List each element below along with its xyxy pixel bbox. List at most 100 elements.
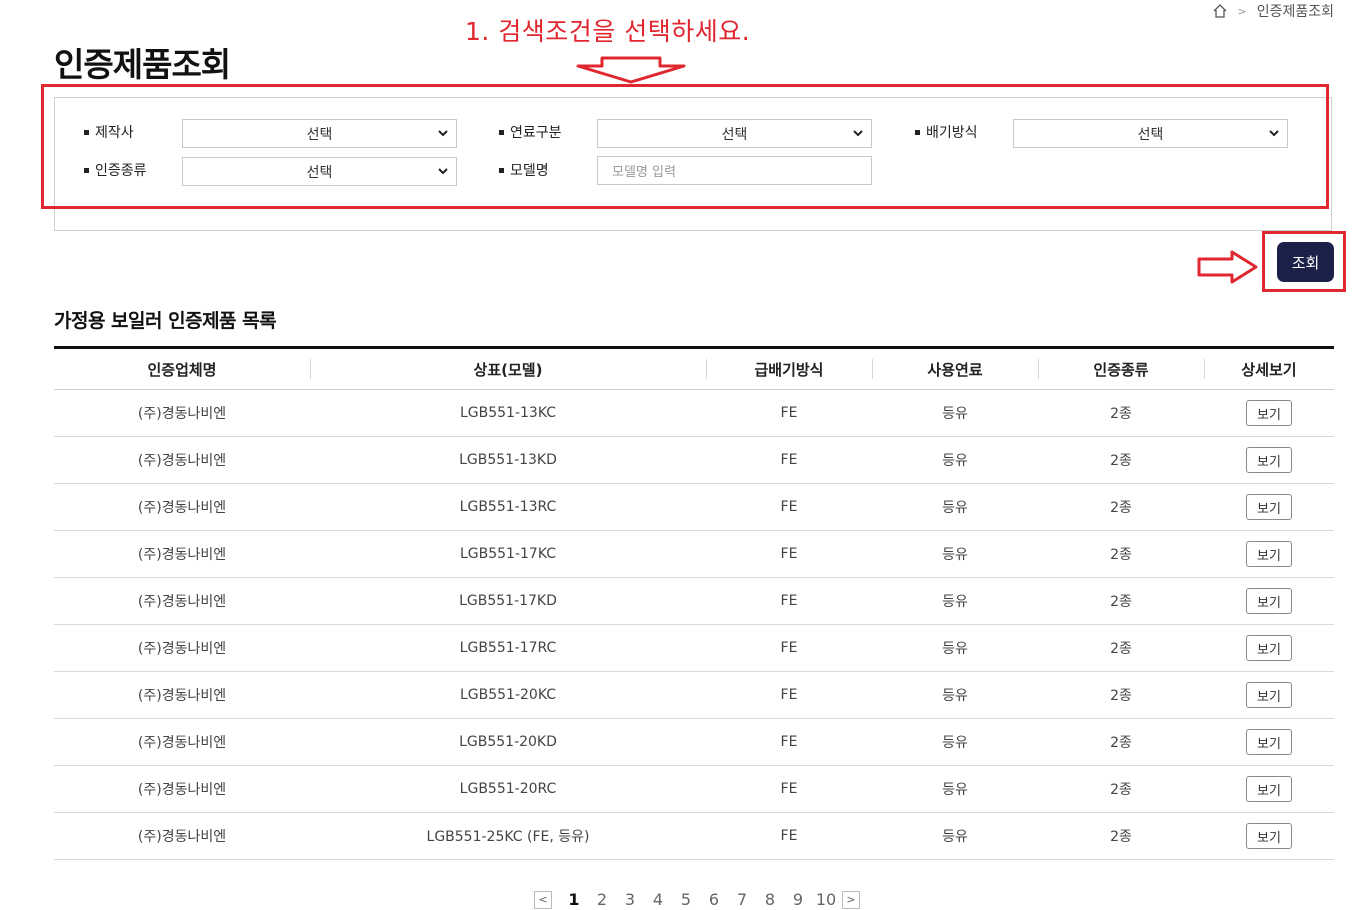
page-link[interactable]: 9 <box>784 890 812 909</box>
cert-cell: 2종 <box>1110 500 1132 516</box>
exhaust-cell: FE <box>780 593 798 609</box>
exhaust-cell: FE <box>780 828 798 844</box>
column-header: 상표(모델) <box>310 349 706 389</box>
company-cell: (주)경동나비엔 <box>137 688 227 704</box>
view-detail-button[interactable]: 보기 <box>1246 400 1292 426</box>
model-cell: LGB551-17RC <box>459 640 557 656</box>
exhaust-cell: FE <box>780 734 798 750</box>
annotation-right-arrow-icon <box>1196 250 1260 288</box>
table-row: (주)경동나비엔 LGB551-25KC (FE, 등유) FE 등유 2종 보기 <box>54 813 1334 860</box>
exhaust-cell: FE <box>780 687 798 703</box>
page-link[interactable]: 3 <box>616 890 644 909</box>
view-cell: 보기 <box>1204 672 1334 718</box>
model-cell: LGB551-13KC <box>459 405 557 421</box>
company-cell: (주)경동나비엔 <box>137 453 227 469</box>
home-icon[interactable] <box>1212 3 1228 19</box>
model-cell: LGB551-20KC <box>459 687 557 703</box>
view-detail-button[interactable]: 보기 <box>1246 729 1292 755</box>
exhaust-cell: FE <box>780 499 798 515</box>
model-cell: LGB551-17KD <box>459 593 557 609</box>
search-conditions-highlight <box>41 84 1329 209</box>
view-cell: 보기 <box>1204 578 1334 624</box>
view-detail-button[interactable]: 보기 <box>1246 682 1292 708</box>
fuel-cell: 등유 <box>942 735 968 751</box>
table-row: (주)경동나비엔 LGB551-20KD FE 등유 2종 보기 <box>54 719 1334 766</box>
table-row: (주)경동나비엔 LGB551-13KD FE 등유 2종 보기 <box>54 437 1334 484</box>
table-row: (주)경동나비엔 LGB551-20KC FE 등유 2종 보기 <box>54 672 1334 719</box>
next-page-button[interactable]: > <box>842 890 860 909</box>
page-link[interactable]: 2 <box>588 890 616 909</box>
breadcrumb: > 인증제품조회 <box>1212 0 1334 22</box>
view-detail-button[interactable]: 보기 <box>1246 541 1292 567</box>
column-header: 사용연료 <box>872 349 1038 389</box>
column-header: 상세보기 <box>1204 349 1334 389</box>
fuel-cell: 등유 <box>942 641 968 657</box>
fuel-cell: 등유 <box>942 594 968 610</box>
exhaust-cell: FE <box>780 546 798 562</box>
page-link[interactable]: 7 <box>728 890 756 909</box>
table-row: (주)경동나비엔 LGB551-17RC FE 등유 2종 보기 <box>54 625 1334 672</box>
cert-cell: 2종 <box>1110 688 1132 704</box>
company-cell: (주)경동나비엔 <box>137 406 227 422</box>
column-header: 인증업체명 <box>147 360 217 379</box>
fuel-cell: 등유 <box>942 782 968 798</box>
model-cell: LGB551-17KC <box>459 546 557 562</box>
company-cell: (주)경동나비엔 <box>137 547 227 563</box>
exhaust-cell: FE <box>780 452 798 468</box>
table-header: 인증업체명 상표(모델) 급배기방식 사용연료 인증종류 상세보기 <box>54 349 1334 390</box>
view-detail-button[interactable]: 보기 <box>1246 776 1292 802</box>
view-cell: 보기 <box>1204 531 1334 577</box>
cert-cell: 2종 <box>1110 641 1132 657</box>
page-numbers: 1 2 3 4 5 6 7 8 9 10 <box>560 890 840 909</box>
chevron-right-icon: > <box>1237 4 1247 18</box>
breadcrumb-current[interactable]: 인증제품조회 <box>1257 1 1334 21</box>
exhaust-cell: FE <box>780 781 798 797</box>
column-header: 인증종류 <box>1038 349 1204 389</box>
table-row: (주)경동나비엔 LGB551-17KD FE 등유 2종 보기 <box>54 578 1334 625</box>
model-cell: LGB551-20RC <box>459 781 557 797</box>
view-cell: 보기 <box>1204 813 1334 859</box>
page-link[interactable]: 8 <box>756 890 784 909</box>
company-cell: (주)경동나비엔 <box>137 500 227 516</box>
exhaust-cell: FE <box>780 640 798 656</box>
cert-cell: 2종 <box>1110 547 1132 563</box>
view-detail-button[interactable]: 보기 <box>1246 823 1292 849</box>
product-table: 인증업체명 상표(모델) 급배기방식 사용연료 인증종류 상세보기 (주)경동나… <box>54 346 1334 860</box>
fuel-cell: 등유 <box>942 453 968 469</box>
view-cell: 보기 <box>1204 437 1334 483</box>
view-cell: 보기 <box>1204 719 1334 765</box>
table-row: (주)경동나비엔 LGB551-13KC FE 등유 2종 보기 <box>54 390 1334 437</box>
view-cell: 보기 <box>1204 484 1334 530</box>
fuel-cell: 등유 <box>942 688 968 704</box>
fuel-cell: 등유 <box>942 500 968 516</box>
column-header: 급배기방식 <box>706 349 872 389</box>
view-cell: 보기 <box>1204 625 1334 671</box>
prev-page-button[interactable]: < <box>534 890 552 909</box>
page-link[interactable]: 4 <box>644 890 672 909</box>
company-cell: (주)경동나비엔 <box>137 594 227 610</box>
table-row: (주)경동나비엔 LGB551-17KC FE 등유 2종 보기 <box>54 531 1334 578</box>
page-link[interactable]: 6 <box>700 890 728 909</box>
page-title: 인증제품조회 <box>54 45 231 84</box>
model-cell: LGB551-13KD <box>459 452 557 468</box>
model-cell: LGB551-25KC (FE, 등유) <box>426 829 590 845</box>
cert-cell: 2종 <box>1110 453 1132 469</box>
view-cell: 보기 <box>1204 390 1334 436</box>
table-body: (주)경동나비엔 LGB551-13KC FE 등유 2종 보기 (주)경동나비엔 LGB55… <box>54 390 1334 860</box>
pagination: < 1 2 3 4 5 6 7 8 9 10 > <box>534 890 860 909</box>
search-button[interactable]: 조회 <box>1277 242 1334 282</box>
company-cell: (주)경동나비엔 <box>137 641 227 657</box>
cert-cell: 2종 <box>1110 406 1132 422</box>
view-detail-button[interactable]: 보기 <box>1246 588 1292 614</box>
page-link[interactable]: 10 <box>812 890 840 909</box>
model-cell: LGB551-20KD <box>459 734 557 750</box>
list-title: 가정용 보일러 인증제품 목록 <box>54 310 277 332</box>
view-detail-button[interactable]: 보기 <box>1246 494 1292 520</box>
page-link[interactable]: 5 <box>672 890 700 909</box>
annotation-text: 1. 검색조건을 선택하세요. <box>465 17 751 46</box>
cert-cell: 2종 <box>1110 594 1132 610</box>
company-cell: (주)경동나비엔 <box>137 782 227 798</box>
view-detail-button[interactable]: 보기 <box>1246 635 1292 661</box>
view-detail-button[interactable]: 보기 <box>1246 447 1292 473</box>
page-link[interactable]: 1 <box>560 890 588 909</box>
